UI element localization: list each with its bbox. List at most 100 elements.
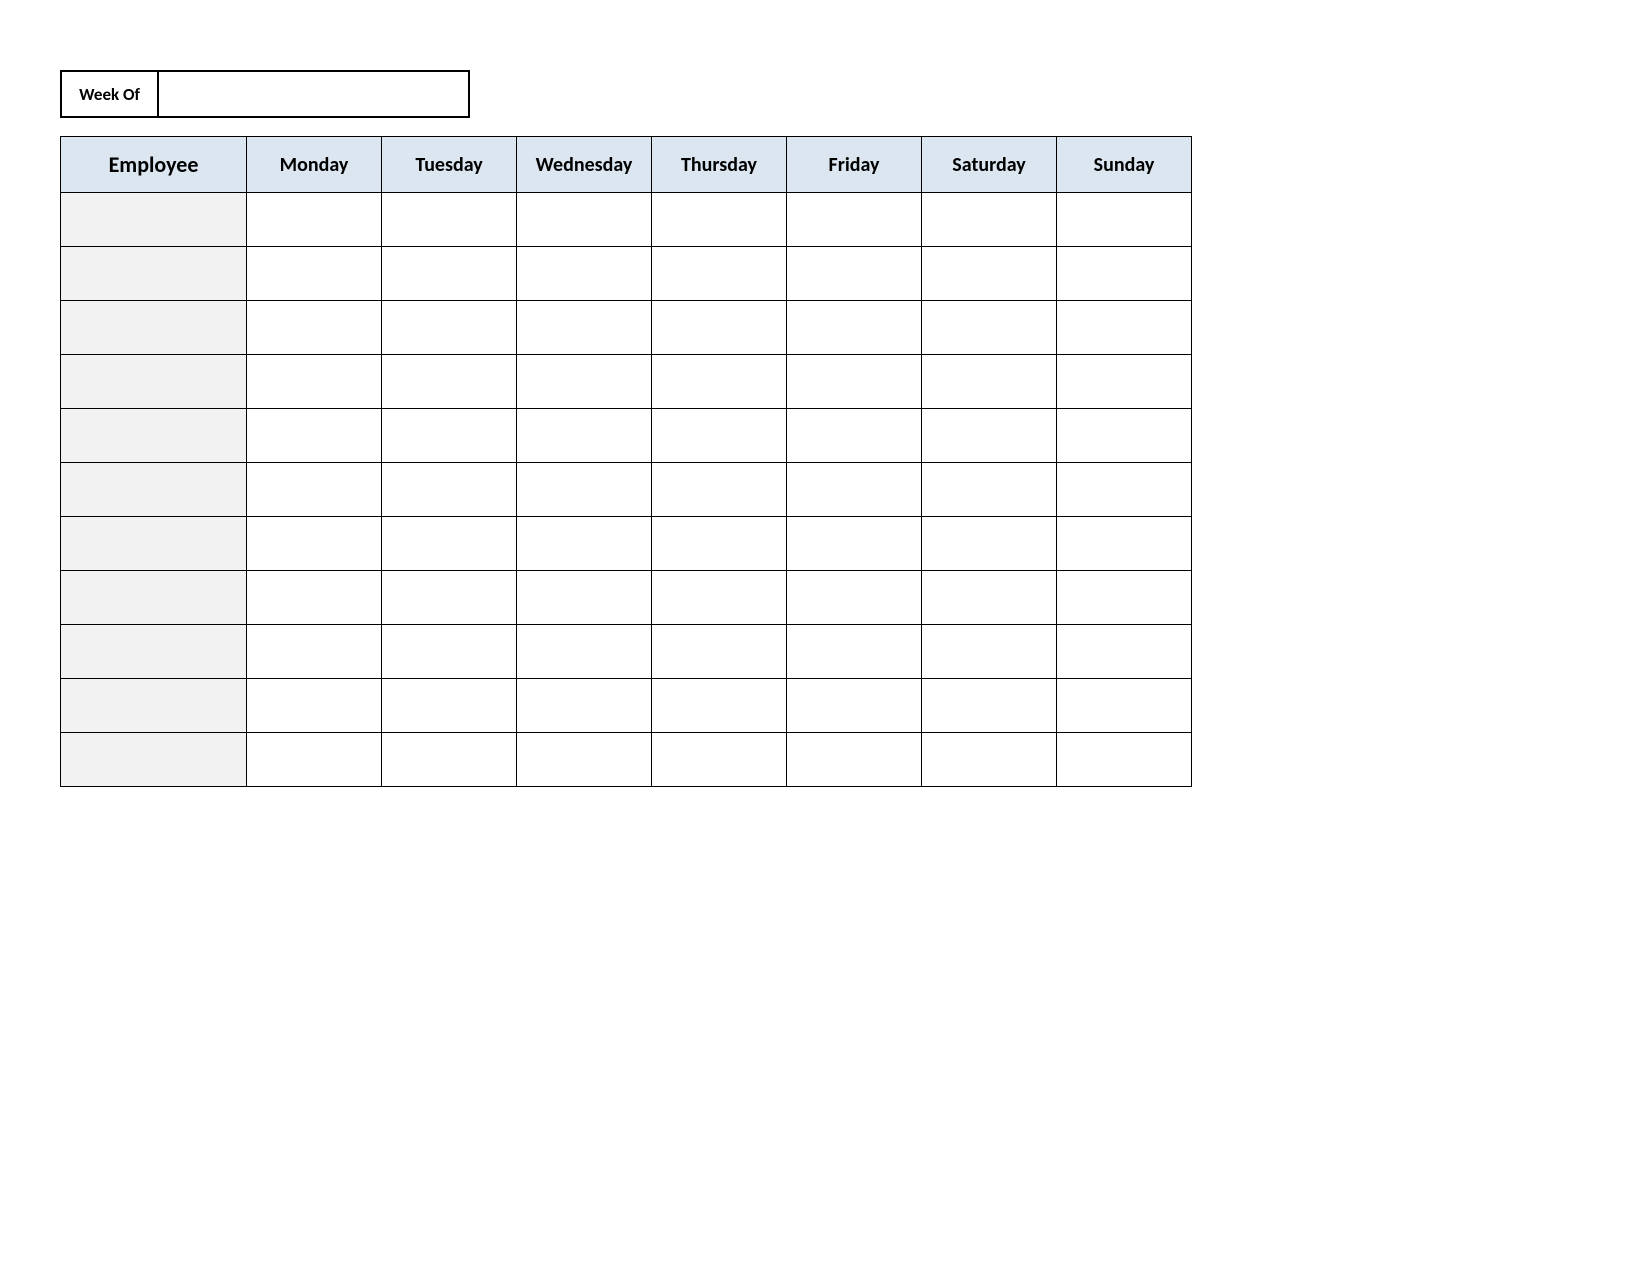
- day-cell[interactable]: [247, 625, 382, 679]
- day-cell[interactable]: [382, 193, 517, 247]
- col-thursday: Thursday: [652, 137, 787, 193]
- day-cell[interactable]: [247, 409, 382, 463]
- day-cell[interactable]: [1057, 571, 1192, 625]
- day-cell[interactable]: [922, 679, 1057, 733]
- employee-cell[interactable]: [61, 355, 247, 409]
- day-cell[interactable]: [652, 733, 787, 787]
- day-cell[interactable]: [787, 733, 922, 787]
- day-cell[interactable]: [517, 517, 652, 571]
- day-cell[interactable]: [787, 517, 922, 571]
- day-cell[interactable]: [652, 193, 787, 247]
- day-cell[interactable]: [1057, 193, 1192, 247]
- day-cell[interactable]: [787, 625, 922, 679]
- employee-cell[interactable]: [61, 301, 247, 355]
- day-cell[interactable]: [652, 625, 787, 679]
- day-cell[interactable]: [517, 733, 652, 787]
- day-cell[interactable]: [787, 463, 922, 517]
- day-cell[interactable]: [1057, 625, 1192, 679]
- day-cell[interactable]: [652, 679, 787, 733]
- day-cell[interactable]: [787, 571, 922, 625]
- day-cell[interactable]: [652, 463, 787, 517]
- day-cell[interactable]: [1057, 463, 1192, 517]
- day-cell[interactable]: [247, 463, 382, 517]
- day-cell[interactable]: [1057, 733, 1192, 787]
- day-cell[interactable]: [517, 355, 652, 409]
- day-cell[interactable]: [787, 355, 922, 409]
- day-cell[interactable]: [922, 463, 1057, 517]
- day-cell[interactable]: [247, 355, 382, 409]
- day-cell[interactable]: [787, 193, 922, 247]
- day-cell[interactable]: [382, 517, 517, 571]
- day-cell[interactable]: [922, 409, 1057, 463]
- table-row: [61, 733, 1192, 787]
- day-cell[interactable]: [382, 733, 517, 787]
- day-cell[interactable]: [247, 679, 382, 733]
- day-cell[interactable]: [922, 247, 1057, 301]
- day-cell[interactable]: [922, 355, 1057, 409]
- day-cell[interactable]: [517, 247, 652, 301]
- week-of-value[interactable]: [159, 72, 468, 116]
- day-cell[interactable]: [652, 409, 787, 463]
- day-cell[interactable]: [787, 301, 922, 355]
- table-row: [61, 355, 1192, 409]
- day-cell[interactable]: [382, 301, 517, 355]
- day-cell[interactable]: [922, 733, 1057, 787]
- day-cell[interactable]: [382, 625, 517, 679]
- employee-cell[interactable]: [61, 463, 247, 517]
- day-cell[interactable]: [922, 517, 1057, 571]
- day-cell[interactable]: [1057, 355, 1192, 409]
- day-cell[interactable]: [517, 409, 652, 463]
- day-cell[interactable]: [1057, 247, 1192, 301]
- day-cell[interactable]: [922, 301, 1057, 355]
- day-cell[interactable]: [1057, 517, 1192, 571]
- employee-cell[interactable]: [61, 247, 247, 301]
- day-cell[interactable]: [1057, 301, 1192, 355]
- employee-cell[interactable]: [61, 409, 247, 463]
- day-cell[interactable]: [382, 409, 517, 463]
- day-cell[interactable]: [787, 679, 922, 733]
- day-cell[interactable]: [382, 355, 517, 409]
- day-cell[interactable]: [247, 571, 382, 625]
- day-cell[interactable]: [1057, 409, 1192, 463]
- day-cell[interactable]: [652, 301, 787, 355]
- day-cell[interactable]: [517, 463, 652, 517]
- day-cell[interactable]: [247, 247, 382, 301]
- day-cell[interactable]: [517, 571, 652, 625]
- day-cell[interactable]: [652, 517, 787, 571]
- day-cell[interactable]: [517, 193, 652, 247]
- table-row: [61, 517, 1192, 571]
- day-cell[interactable]: [517, 679, 652, 733]
- table-row: [61, 463, 1192, 517]
- week-of-label: Week Of: [62, 72, 159, 116]
- employee-cell[interactable]: [61, 625, 247, 679]
- employee-cell[interactable]: [61, 679, 247, 733]
- employee-cell[interactable]: [61, 193, 247, 247]
- day-cell[interactable]: [517, 301, 652, 355]
- day-cell[interactable]: [247, 301, 382, 355]
- col-employee: Employee: [61, 137, 247, 193]
- day-cell[interactable]: [517, 625, 652, 679]
- day-cell[interactable]: [787, 247, 922, 301]
- day-cell[interactable]: [922, 625, 1057, 679]
- day-cell[interactable]: [787, 409, 922, 463]
- day-cell[interactable]: [652, 247, 787, 301]
- day-cell[interactable]: [922, 571, 1057, 625]
- day-cell[interactable]: [247, 733, 382, 787]
- day-cell[interactable]: [652, 571, 787, 625]
- day-cell[interactable]: [652, 355, 787, 409]
- day-cell[interactable]: [247, 517, 382, 571]
- employee-cell[interactable]: [61, 571, 247, 625]
- col-tuesday: Tuesday: [382, 137, 517, 193]
- day-cell[interactable]: [922, 193, 1057, 247]
- day-cell[interactable]: [1057, 679, 1192, 733]
- employee-cell[interactable]: [61, 733, 247, 787]
- col-monday: Monday: [247, 137, 382, 193]
- schedule-header: Employee Monday Tuesday Wednesday Thursd…: [61, 137, 1192, 193]
- day-cell[interactable]: [382, 679, 517, 733]
- employee-cell[interactable]: [61, 517, 247, 571]
- day-cell[interactable]: [382, 463, 517, 517]
- header-row: Employee Monday Tuesday Wednesday Thursd…: [61, 137, 1192, 193]
- day-cell[interactable]: [382, 571, 517, 625]
- day-cell[interactable]: [382, 247, 517, 301]
- day-cell[interactable]: [247, 193, 382, 247]
